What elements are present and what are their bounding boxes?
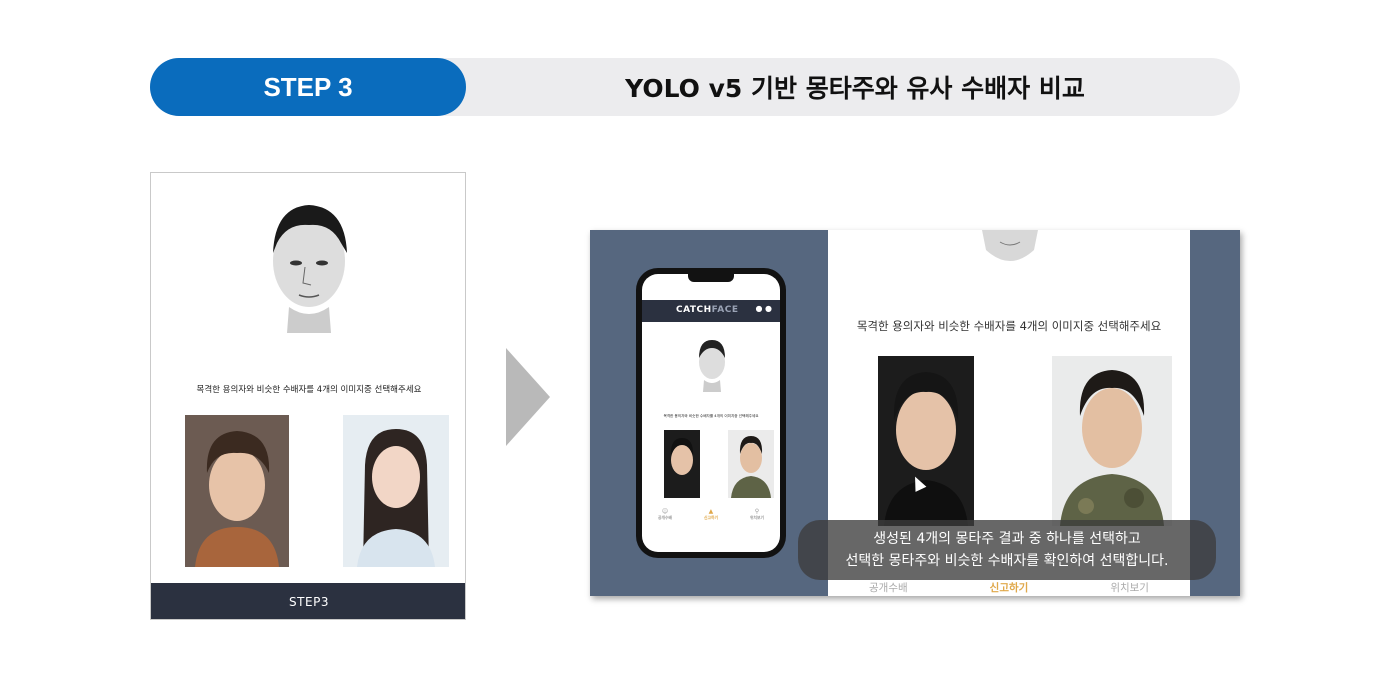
user-icon[interactable]: ● (765, 304, 772, 313)
phone-app-header: CATCHFACE ● ● (642, 300, 780, 322)
nav-item-report[interactable]: 신고하기 (990, 580, 1029, 595)
wanted-photo-1[interactable] (878, 356, 974, 526)
phone-nav-location[interactable]: ⚲ 위치보기 (750, 508, 764, 521)
step3-button[interactable]: STEP3 (151, 583, 465, 619)
phone-instruction-text: 목격한 용의자와 비슷한 수배자를 4개의 이미지중 선택해주세요 (663, 414, 759, 418)
montage-chin-image (982, 230, 1038, 261)
phone-mockup: CATCHFACE ● ● 목격한 용의자와 비슷한 수배자를 4개의 이미지중… (636, 268, 786, 558)
caption-line-1: 생성된 4개의 몽타주 결과 중 하나를 선택하고 (873, 531, 1141, 547)
bell-icon[interactable]: ● (755, 304, 762, 313)
caption-line-2: 선택한 몽타주와 비슷한 수배자를 확인하여 선택합니다. (845, 553, 1169, 569)
phone-notch (688, 274, 734, 282)
instruction-text: 목격한 용의자와 비슷한 수배자를 4개의 이미지중 선택해주세요 (196, 385, 422, 395)
nav-item-location[interactable]: 위치보기 (1110, 580, 1149, 595)
location-pin-icon: ⚲ (754, 508, 760, 515)
montage-sketch-image (273, 205, 347, 333)
header-icons: ● ● (755, 304, 772, 313)
phone-photo-1[interactable] (664, 430, 700, 498)
wanted-photo-2[interactable] (1052, 356, 1172, 526)
phone-bottom-nav: ☺ 공개수배 ▲ 신고하기 ⚲ 위치보기 (642, 508, 780, 521)
people-icon: ☺ (661, 508, 669, 515)
suspect-photo-2[interactable] (343, 415, 449, 567)
video-caption: 생성된 4개의 몽타주 결과 중 하나를 선택하고 선택한 몽타주와 비슷한 수… (798, 520, 1216, 580)
arrow-right-icon (506, 348, 550, 446)
bottom-nav-enlarged: 공개수배 신고하기 위치보기 (828, 580, 1190, 595)
nav-item-public-wanted[interactable]: 공개수배 (869, 580, 908, 595)
phone-screen: CATCHFACE ● ● 목격한 용의자와 비슷한 수배자를 4개의 이미지중… (642, 274, 780, 552)
warning-icon: ▲ (708, 508, 714, 515)
step-badge: STEP 3 (150, 58, 466, 116)
suspect-photo-1[interactable] (185, 415, 289, 567)
phone-montage-sketch (699, 340, 725, 392)
phone-nav-public-wanted[interactable]: ☺ 공개수배 (658, 508, 672, 521)
phone-nav-report[interactable]: ▲ 신고하기 (704, 508, 718, 521)
left-app-screen: 목격한 용의자와 비슷한 수배자를 4개의 이미지중 선택해주세요 STEP3 (150, 172, 466, 620)
instruction-text-enlarged: 목격한 용의자와 비슷한 수배자를 4개의 이미지중 선택해주세요 (856, 319, 1162, 333)
app-logo: CATCHFACE (676, 305, 739, 315)
phone-photo-2[interactable] (728, 430, 774, 498)
demo-video-frame: 목격한 용의자와 비슷한 수배자를 4개의 이미지중 선택해주세요 공개수배 신… (590, 230, 1240, 596)
page-title: YOLO v5 기반 몽타주와 유사 수배자 비교 (625, 74, 1085, 103)
